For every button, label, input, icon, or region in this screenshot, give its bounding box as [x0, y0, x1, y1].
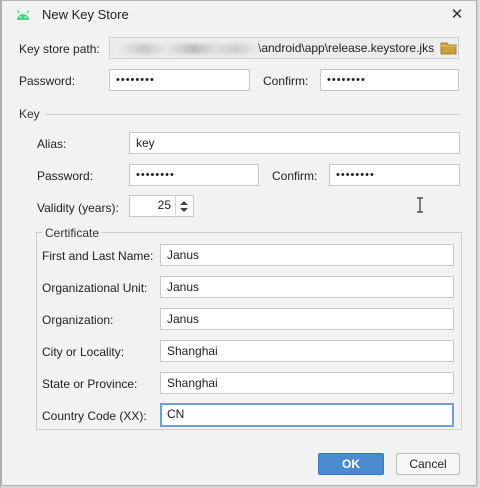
validity-label: Validity (years):: [37, 201, 119, 215]
key-confirm-label: Confirm:: [272, 169, 318, 183]
key-store-path-label: Key store path:: [19, 42, 100, 56]
country-code-input[interactable]: CN: [160, 403, 454, 427]
organization-input[interactable]: Janus: [160, 308, 454, 330]
certificate-section-label: Certificate: [42, 226, 103, 240]
spinner-up-icon[interactable]: [180, 201, 188, 205]
text-cursor-icon: [416, 197, 424, 216]
keystore-password-label: Password:: [19, 74, 76, 88]
organization-label: Organization:: [42, 313, 114, 327]
key-store-path-value: \android\app\release.keystore.jks: [258, 41, 435, 55]
state-label: State or Province:: [42, 377, 138, 391]
android-icon: [14, 7, 32, 23]
key-password-input[interactable]: ••••••••: [129, 164, 259, 186]
key-store-path-field[interactable]: \android\app\release.keystore.jks: [109, 37, 459, 59]
name-input[interactable]: Janus: [160, 244, 454, 266]
validity-spinner[interactable]: 25: [129, 195, 194, 218]
dialog-title: New Key Store: [42, 7, 129, 22]
alias-label: Alias:: [37, 137, 67, 151]
close-icon: ✕: [450, 6, 464, 23]
keystore-confirm-input[interactable]: ••••••••: [320, 69, 459, 91]
key-section-label: Key: [19, 107, 40, 121]
keystore-confirm-label: Confirm:: [263, 74, 309, 88]
key-password-label: Password:: [37, 169, 94, 183]
state-input[interactable]: Shanghai: [160, 372, 454, 394]
close-button[interactable]: ✕: [446, 5, 468, 25]
key-section-divider: [45, 114, 460, 115]
cancel-button[interactable]: Cancel: [396, 453, 460, 475]
redacted-path-segment: [116, 43, 258, 54]
country-code-label: Country Code (XX):: [42, 409, 147, 423]
ok-button[interactable]: OK: [318, 453, 384, 475]
org-unit-label: Organizational Unit:: [42, 281, 148, 295]
city-label: City or Locality:: [42, 345, 125, 359]
org-unit-input[interactable]: Janus: [160, 276, 454, 298]
spinner-down-icon[interactable]: [180, 208, 188, 212]
name-label: First and Last Name:: [42, 249, 154, 263]
browse-folder-icon[interactable]: [440, 40, 458, 56]
validity-value: 25: [157, 198, 171, 212]
keystore-password-input[interactable]: ••••••••: [109, 69, 250, 91]
title-bar: New Key Store ✕: [2, 1, 476, 29]
alias-input[interactable]: key: [129, 132, 460, 154]
city-input[interactable]: Shanghai: [160, 340, 454, 362]
key-confirm-input[interactable]: ••••••••: [329, 164, 460, 186]
validity-spinner-arrows[interactable]: [175, 196, 193, 218]
new-key-store-dialog: New Key Store ✕ Key store path: \android…: [1, 0, 477, 486]
